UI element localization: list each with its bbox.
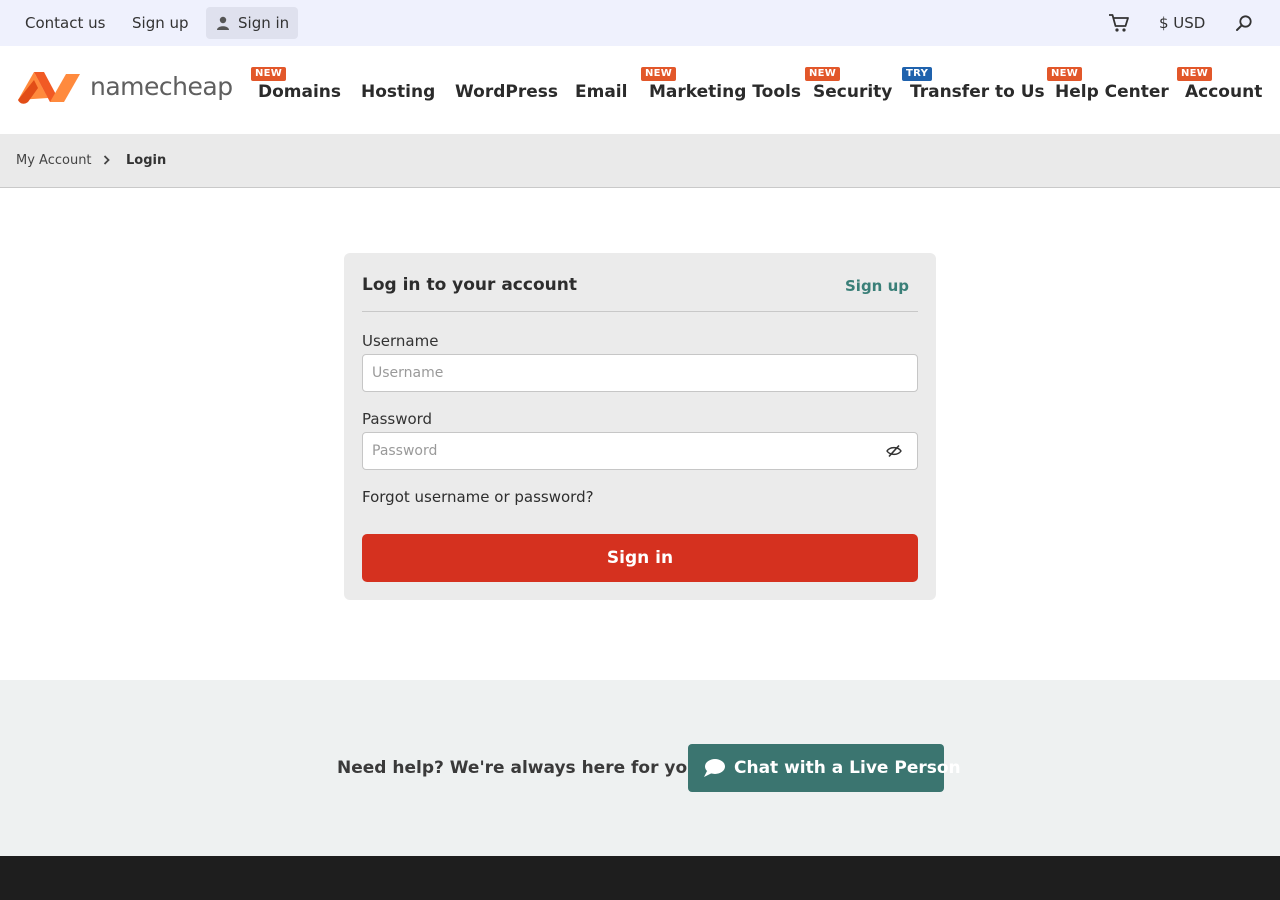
- help-section: Need help? We're always here for you. Ch…: [0, 680, 1280, 856]
- nav-marketing-tools-label: Marketing Tools: [649, 82, 801, 102]
- top-signup-link[interactable]: Sign up: [132, 0, 189, 46]
- nav-marketing-tools-badge: NEW: [641, 67, 677, 81]
- logo-mark-icon: [18, 72, 80, 104]
- top-utility-bar: Contact us Sign up Sign in $ USD: [0, 0, 1280, 46]
- hide-password-icon[interactable]: [886, 444, 902, 458]
- namecheap-logo[interactable]: namecheap: [16, 68, 233, 108]
- currency-selector[interactable]: $ USD: [1159, 0, 1205, 46]
- card-signup-link[interactable]: Sign up: [845, 277, 909, 295]
- signin-submit-button[interactable]: Sign in: [362, 534, 918, 582]
- search-icon[interactable]: [1235, 14, 1253, 32]
- forgot-credentials-link[interactable]: Forgot username or password?: [362, 488, 594, 506]
- nav-transfer-badge: TRY ME: [902, 67, 933, 93]
- footer: [0, 856, 1280, 900]
- login-title: Log in to your account: [362, 275, 577, 295]
- login-card: Log in to your account Sign up Username …: [344, 253, 936, 600]
- chat-bubble-icon: [704, 759, 725, 777]
- nav-hosting-label: Hosting: [361, 82, 436, 102]
- help-text: Need help? We're always here for you.: [337, 758, 706, 778]
- nav-email-label: Email: [575, 82, 628, 102]
- nav-transfer-label: Transfer to Us: [910, 82, 1045, 102]
- password-label: Password: [362, 410, 433, 428]
- live-chat-label: Chat with a Live Person: [734, 758, 961, 778]
- nav-domains-badge: NEW: [251, 67, 287, 81]
- live-chat-button[interactable]: Chat with a Live Person: [688, 744, 961, 792]
- nav-account-label: Account: [1185, 82, 1263, 102]
- nav-security-badge: NEW: [805, 67, 841, 81]
- nav-domains-label: Domains: [258, 82, 342, 102]
- contact-us-link[interactable]: Contact us: [25, 0, 105, 46]
- breadcrumb-my-account[interactable]: My Account: [16, 134, 92, 187]
- nav-help-center-label: Help Center: [1055, 82, 1169, 102]
- card-divider: [362, 311, 918, 312]
- nav-help-center-badge: NEW: [1047, 67, 1083, 81]
- cart-icon[interactable]: [1108, 13, 1130, 33]
- main-header: namecheap NEW Domains Hosting WordPress …: [0, 46, 1280, 134]
- password-input[interactable]: [362, 432, 918, 470]
- logo-wordmark: namecheap: [90, 72, 233, 101]
- top-signin-button[interactable]: Sign in: [206, 7, 298, 39]
- nav-account-badge: NEW: [1177, 67, 1213, 81]
- breadcrumb-current: Login: [126, 153, 167, 168]
- nav-security-label: Security: [813, 82, 893, 102]
- breadcrumb: My Account Login: [0, 134, 1280, 188]
- nav-wordpress-label: WordPress: [455, 82, 558, 102]
- username-label: Username: [362, 332, 439, 350]
- username-input[interactable]: [362, 354, 918, 392]
- top-signin-label: Sign in: [238, 14, 290, 32]
- chevron-right-icon: [103, 155, 110, 165]
- user-icon: [217, 16, 229, 30]
